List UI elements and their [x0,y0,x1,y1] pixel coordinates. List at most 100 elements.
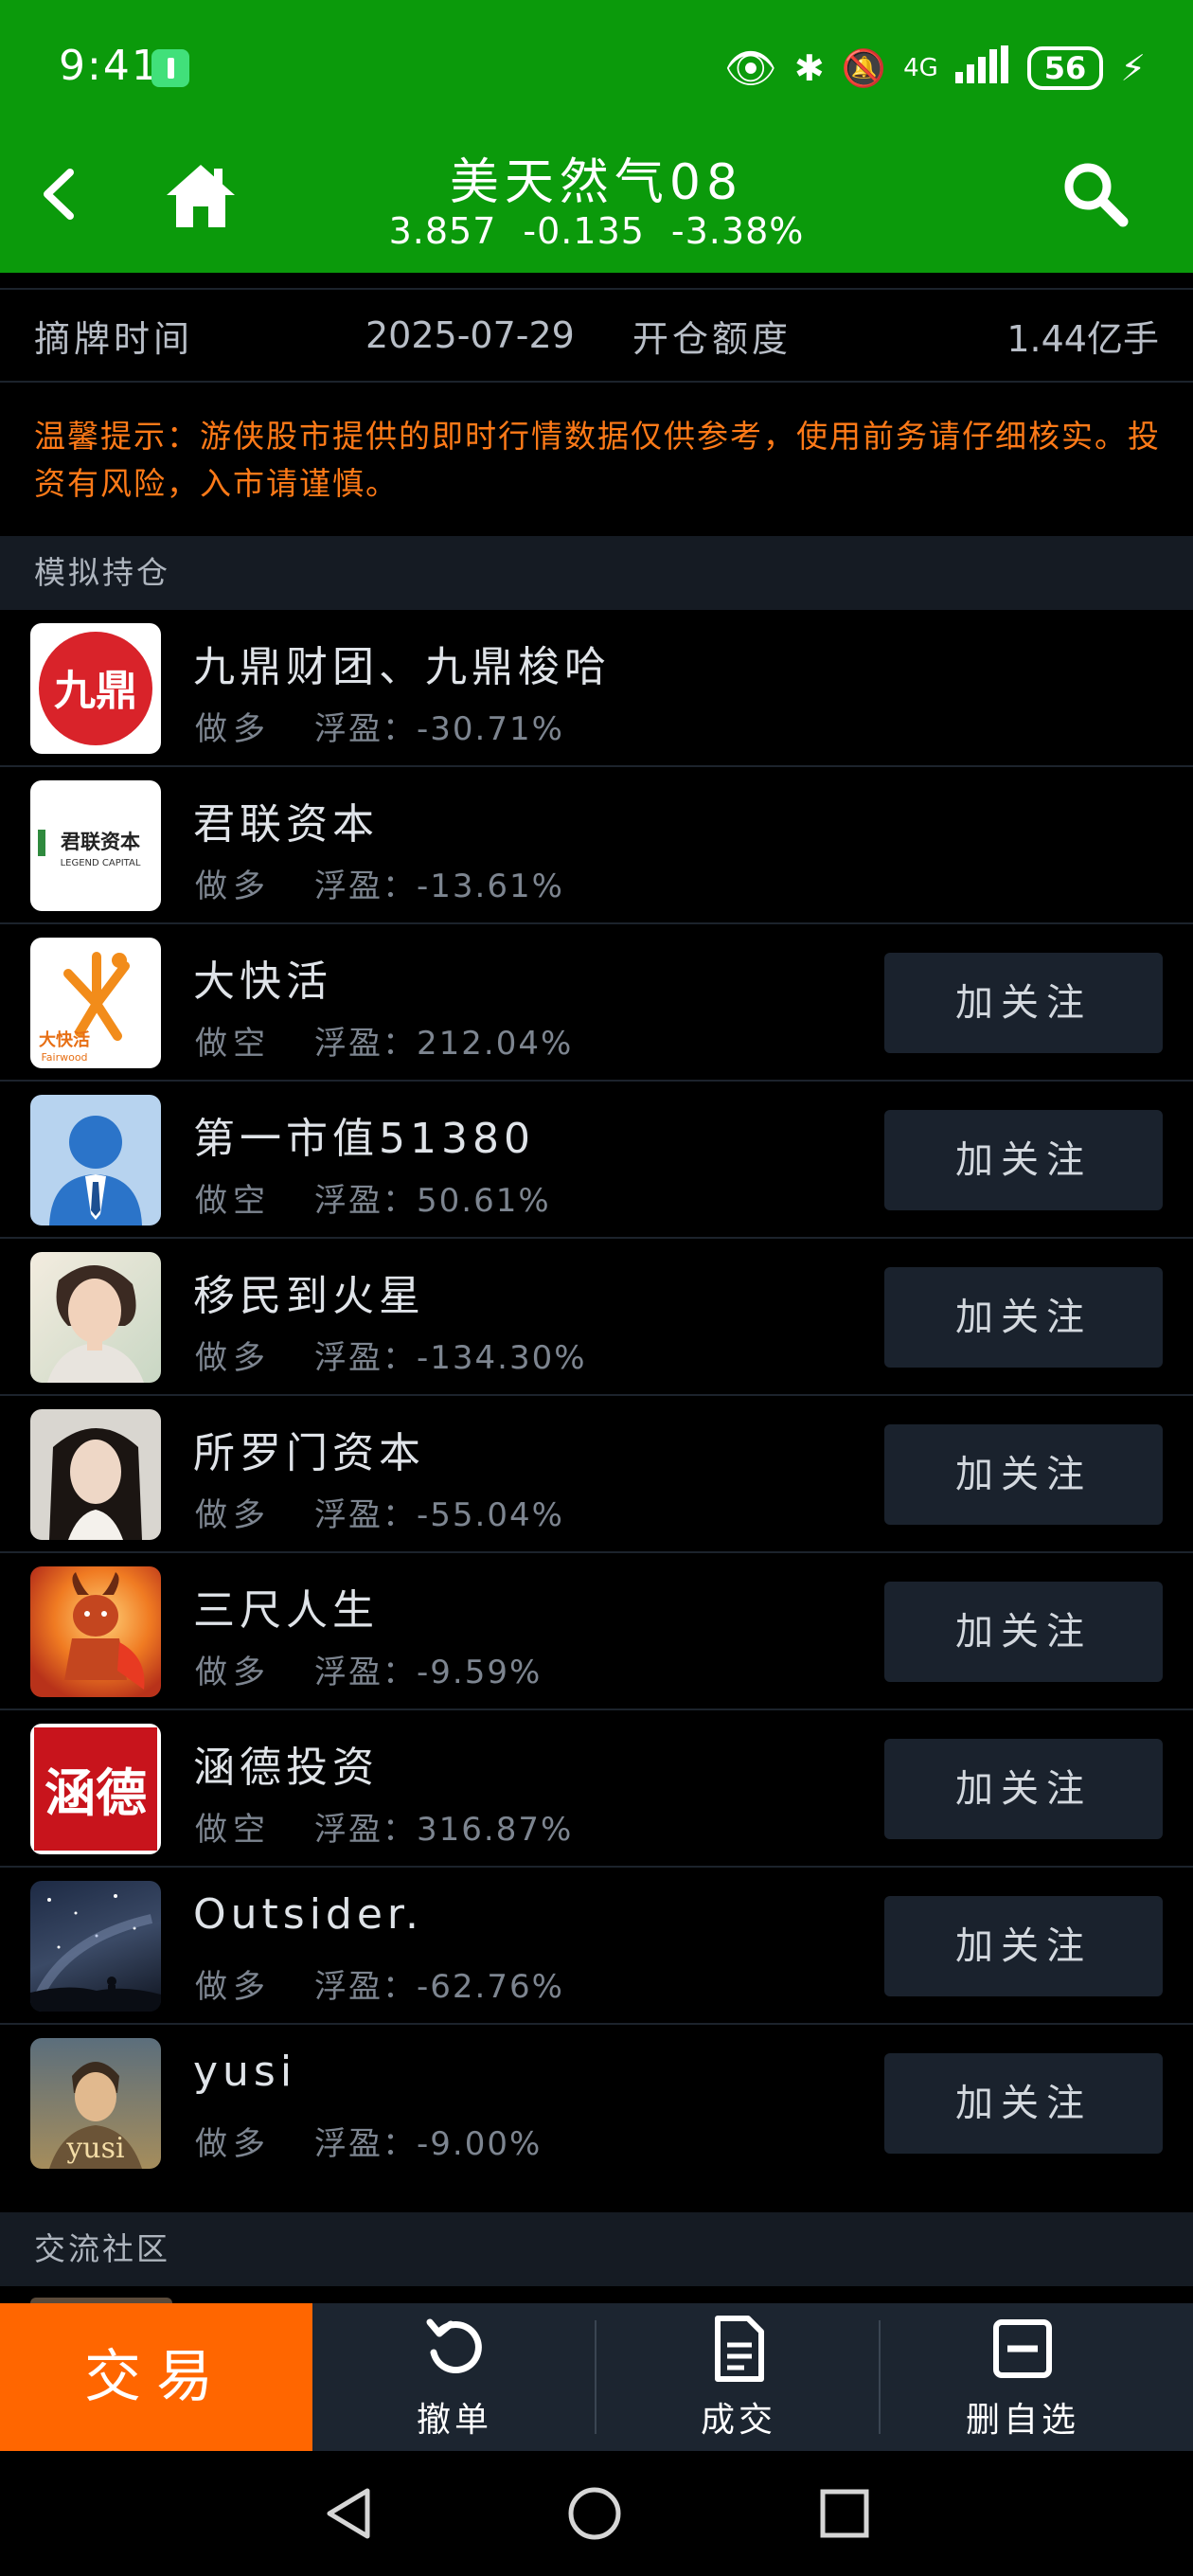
document-icon [715,2316,764,2382]
follow-button[interactable]: 加关注 [884,1896,1163,1996]
float-label: 浮盈： [314,710,417,748]
position-direction: 做空 [195,1182,271,1220]
position-direction: 做多 [195,1496,271,1534]
svg-text:九鼎: 九鼎 [54,667,137,715]
minus-square-icon [993,2319,1052,2378]
follow-button[interactable]: 加关注 [884,1267,1163,1368]
signal-icon [954,45,1010,92]
list-item[interactable]: 第一市值51380 做空 浮盈：50.61% 加关注 [0,1082,1193,1239]
trader-name: 第一市值51380 [193,1115,535,1163]
mute-bell-icon: 🔕 [841,46,887,89]
avatar: 九鼎 [30,623,161,754]
float-value: 212.04% [417,1025,574,1063]
follow-button[interactable]: 加关注 [884,1582,1163,1682]
follow-button[interactable]: 加关注 [884,953,1163,1053]
charging-icon: ⚡ [1120,47,1146,89]
float-label: 浮盈： [314,1025,417,1063]
remove-watchlist-tab[interactable]: 删自选 [881,2303,1165,2451]
avatar: 大快活 Fairwood [30,938,161,1068]
follow-button[interactable]: 加关注 [884,2053,1163,2154]
top-header: 美天然气08 3.857 -0.135 -3.38% [0,142,1193,273]
float-value: -134.30% [417,1339,587,1377]
float-label: 浮盈： [314,1182,417,1220]
position-meta: 做空 浮盈：212.04% [195,1017,573,1064]
stock-title: 美天然气08 [449,154,744,211]
list-item[interactable]: 移民到火星 做多 浮盈：-134.30% 加关注 [0,1239,1193,1396]
avatar: 涵德 [30,1724,161,1854]
nav-recents-icon[interactable] [818,2487,871,2540]
trader-name: 三尺人生 [193,1586,379,1635]
section-positions-header: 模拟持仓 [0,536,1193,610]
cancel-order-label: 撤单 [416,2401,492,2440]
avatar: 君联资本 LEGEND CAPITAL [30,780,161,911]
avatar [30,1409,161,1540]
follow-button[interactable]: 加关注 [884,1424,1163,1525]
list-item[interactable]: 三尺人生 做多 浮盈：-9.59% 加关注 [0,1553,1193,1710]
float-value: -55.04% [417,1496,564,1534]
delist-value: 2025-07-29 [365,314,575,356]
battery-level: 56 [1026,46,1104,90]
open-limit-value: 1.44亿手 [1006,317,1159,360]
open-limit-label: 开仓额度 [632,317,792,360]
stock-quote: 3.857 -0.135 -3.38% [0,210,1193,252]
system-nav-bar [0,2451,1193,2576]
follow-button[interactable]: 加关注 [884,1110,1163,1210]
float-value: -62.76% [417,1968,564,2006]
list-item[interactable]: yusi yusi 做多 浮盈：-9.00% 加关注 [0,2025,1193,2182]
eye-icon: 👁 [724,45,777,93]
cancel-order-tab[interactable]: 撤单 [312,2303,596,2451]
position-direction: 做多 [195,710,271,748]
list-item[interactable]: 所罗门资本 做多 浮盈：-55.04% 加关注 [0,1396,1193,1553]
avatar [30,1252,161,1383]
bottom-action-bar: 交易 撤单 成交 删自选 [0,2303,1193,2451]
nav-home-icon[interactable] [566,2485,623,2542]
position-meta: 做空 浮盈：316.87% [195,1803,573,1850]
float-label: 浮盈： [314,868,417,905]
list-item[interactable]: 君联资本 LEGEND CAPITAL 君联资本 做多 浮盈：-13.61% [0,767,1193,924]
float-value: -13.61% [417,868,564,905]
position-meta: 做空 浮盈：50.61% [195,1174,551,1221]
position-meta: 做多 浮盈：-13.61% [195,860,564,906]
trader-name: 九鼎财团、九鼎梭哈 [193,643,611,691]
float-value: -9.00% [417,2125,543,2163]
trader-name: 移民到火星 [193,1272,425,1320]
delist-label: 摘牌时间 [34,317,194,360]
section-community-header: 交流社区 [0,2212,1193,2286]
search-icon[interactable] [1057,155,1132,231]
nav-back-icon[interactable] [322,2485,375,2542]
trader-name: 涵德投资 [193,1744,379,1792]
svg-text:yusi: yusi [65,2132,124,2165]
position-direction: 做多 [195,1339,271,1377]
trader-name: 所罗门资本 [193,1429,425,1477]
position-direction: 做多 [195,1968,271,2006]
trader-name: Outsider. [193,1890,423,1939]
list-item[interactable]: 九鼎 九鼎财团、九鼎梭哈 做多 浮盈：-30.71% [0,610,1193,767]
position-meta: 做多 浮盈：-9.00% [195,2118,542,2164]
undo-icon [426,2318,482,2374]
svg-text:大快活: 大快活 [39,1029,90,1050]
follow-button[interactable]: 加关注 [884,1739,1163,1839]
float-value: -9.59% [417,1654,543,1691]
avatar [30,1095,161,1225]
position-meta: 做多 浮盈：-62.76% [195,1960,564,2007]
deals-tab[interactable]: 成交 [596,2303,881,2451]
svg-text:涵德: 涵德 [45,1762,147,1823]
list-item[interactable]: 大快活 Fairwood 大快活 做空 浮盈：212.04% 加关注 [0,924,1193,1082]
float-value: 316.87% [417,1811,574,1849]
float-label: 浮盈： [314,1811,417,1849]
trader-name: 君联资本 [193,800,379,849]
float-label: 浮盈： [314,1339,417,1377]
float-label: 浮盈： [314,1968,417,2006]
float-label: 浮盈： [314,1654,417,1691]
position-meta: 做多 浮盈：-9.59% [195,1646,542,1692]
float-value: -30.71% [417,710,564,748]
trader-name: yusi [193,2048,297,2096]
stock-price: 3.857 [388,210,497,252]
trade-button[interactable]: 交易 [0,2303,312,2451]
stock-change: -0.135 [523,210,645,252]
list-item[interactable]: Outsider. 做多 浮盈：-62.76% 加关注 [0,1868,1193,2025]
float-label: 浮盈： [314,2125,417,2163]
list-item[interactable]: 涵德 涵德投资 做空 浮盈：316.87% 加关注 [0,1710,1193,1868]
avatar: yusi [30,2038,161,2169]
position-meta: 做多 浮盈：-55.04% [195,1489,564,1535]
